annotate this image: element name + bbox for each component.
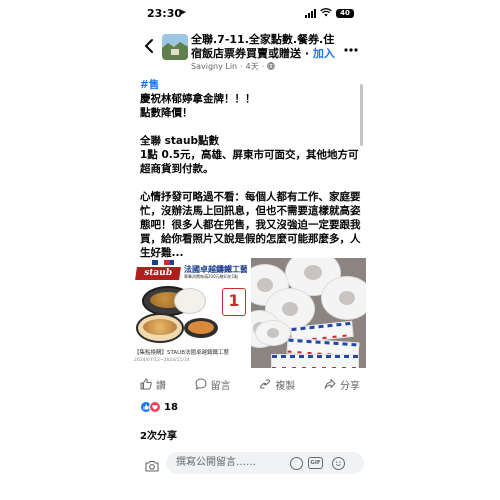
post-header: 全聯.7-11.全家點數.餐券.住宿飯店票券買賣或贈送 · 加入 Savigny… (0, 30, 500, 72)
group-title[interactable]: 全聯.7-11.全家點數.餐券.住宿飯店票券買賣或贈送 · 加入 (191, 33, 336, 61)
like-button[interactable]: 讚 (140, 376, 166, 392)
staub-logo: staub (135, 267, 181, 280)
comment-label: 留言 (210, 380, 231, 392)
more-horizontal-icon[interactable] (344, 40, 358, 56)
post-line: 慶祝林郁婷拿金牌！！！ (140, 93, 256, 105)
share-icon (324, 378, 336, 390)
post-spacer (140, 120, 362, 134)
cookware-plate (174, 288, 206, 314)
ad-caption: 【集點換購】STAUB法國卓越鑄鐵工藝 (134, 350, 229, 356)
share-count[interactable]: 2次分享 (140, 427, 177, 442)
post-media: staub 法國卓越鑄鐵工藝 單筆消費每滿200元贈印花1點 1 【集點換購】S… (134, 258, 366, 368)
sticker-roll (255, 320, 291, 346)
post-byline: Savigny Lin · 4天 · (191, 61, 276, 72)
author-name[interactable]: Savigny Lin (191, 62, 237, 71)
one-point-badge: 1 (222, 288, 246, 316)
sticker-roll (321, 276, 366, 320)
reaction-summary[interactable]: 18 (140, 401, 178, 413)
post-time[interactable]: 4天 (246, 61, 259, 72)
post-spacer (140, 176, 362, 190)
chevron-left-icon[interactable] (144, 38, 154, 58)
join-separator: · (301, 47, 313, 60)
copy-icon (259, 378, 271, 390)
scrollbar[interactable] (360, 84, 363, 146)
group-avatar[interactable] (162, 34, 188, 60)
status-bar: 23:30 ➤ 40 (0, 0, 500, 28)
post-body: #售 慶祝林郁婷拿金牌！！！ 點數降價！ 全聯 staub點數 1點 0.5元，… (140, 78, 362, 260)
status-time: 23:30 (147, 7, 183, 20)
join-button[interactable]: 加入 (313, 47, 335, 60)
emoji-icon[interactable] (332, 457, 345, 470)
thumbs-up-icon (140, 378, 152, 390)
battery-icon: 40 (336, 9, 354, 18)
globe-icon (267, 61, 276, 72)
avatar-sticker-icon[interactable] (290, 457, 303, 470)
reaction-count: 18 (164, 401, 178, 413)
comment-button[interactable]: 留言 (195, 376, 231, 392)
byline-dot: · (261, 62, 265, 71)
sticker-strip (271, 354, 359, 368)
copy-button[interactable]: 複製 (259, 376, 295, 392)
post-hashtag[interactable]: #售 (140, 78, 362, 92)
location-arrow-icon: ➤ (179, 8, 187, 18)
like-label: 讚 (156, 380, 166, 392)
ad-subtitle: 單筆消費每滿200元贈印花1點 (184, 274, 239, 279)
comment-icon (195, 378, 207, 390)
cookware-pot (136, 313, 184, 343)
french-flag-stripe (152, 260, 174, 265)
comment-composer: 撰寫公開留言…… GIF (140, 452, 364, 476)
copy-label: 複製 (275, 380, 296, 392)
camera-icon[interactable] (145, 457, 159, 476)
cookware-pot (184, 318, 218, 338)
wifi-icon (320, 8, 332, 19)
post-line: 心情抒發可略過不看：每個人都有工作、家庭要忙，沒辦法馬上回訊息，但也不需要這樣就… (140, 191, 361, 259)
post-actions: 讚 留言 複製 分享 (140, 376, 360, 392)
byline-dot: · (240, 62, 243, 71)
share-button[interactable]: 分享 (324, 376, 360, 392)
share-label: 分享 (339, 380, 360, 392)
post-line: 點數降價！ (140, 107, 193, 119)
love-icon (149, 401, 161, 413)
status-icons: 40 (305, 8, 354, 19)
post-line: 全聯 staub點數 (140, 135, 220, 147)
staub-ad-image[interactable]: staub 法國卓越鑄鐵工藝 單筆消費每滿200元贈印花1點 1 【集點換購】S… (134, 258, 247, 368)
cellular-signal-icon (305, 9, 316, 18)
ad-date: 2024/07/12~2024/11/14 (134, 358, 190, 363)
gif-icon[interactable]: GIF (308, 457, 323, 469)
post-line: 1點 0.5元，高雄、屏東市可面交，其他地方可超商貨到付款。 (140, 149, 359, 175)
sticker-rolls-photo[interactable] (251, 258, 366, 368)
